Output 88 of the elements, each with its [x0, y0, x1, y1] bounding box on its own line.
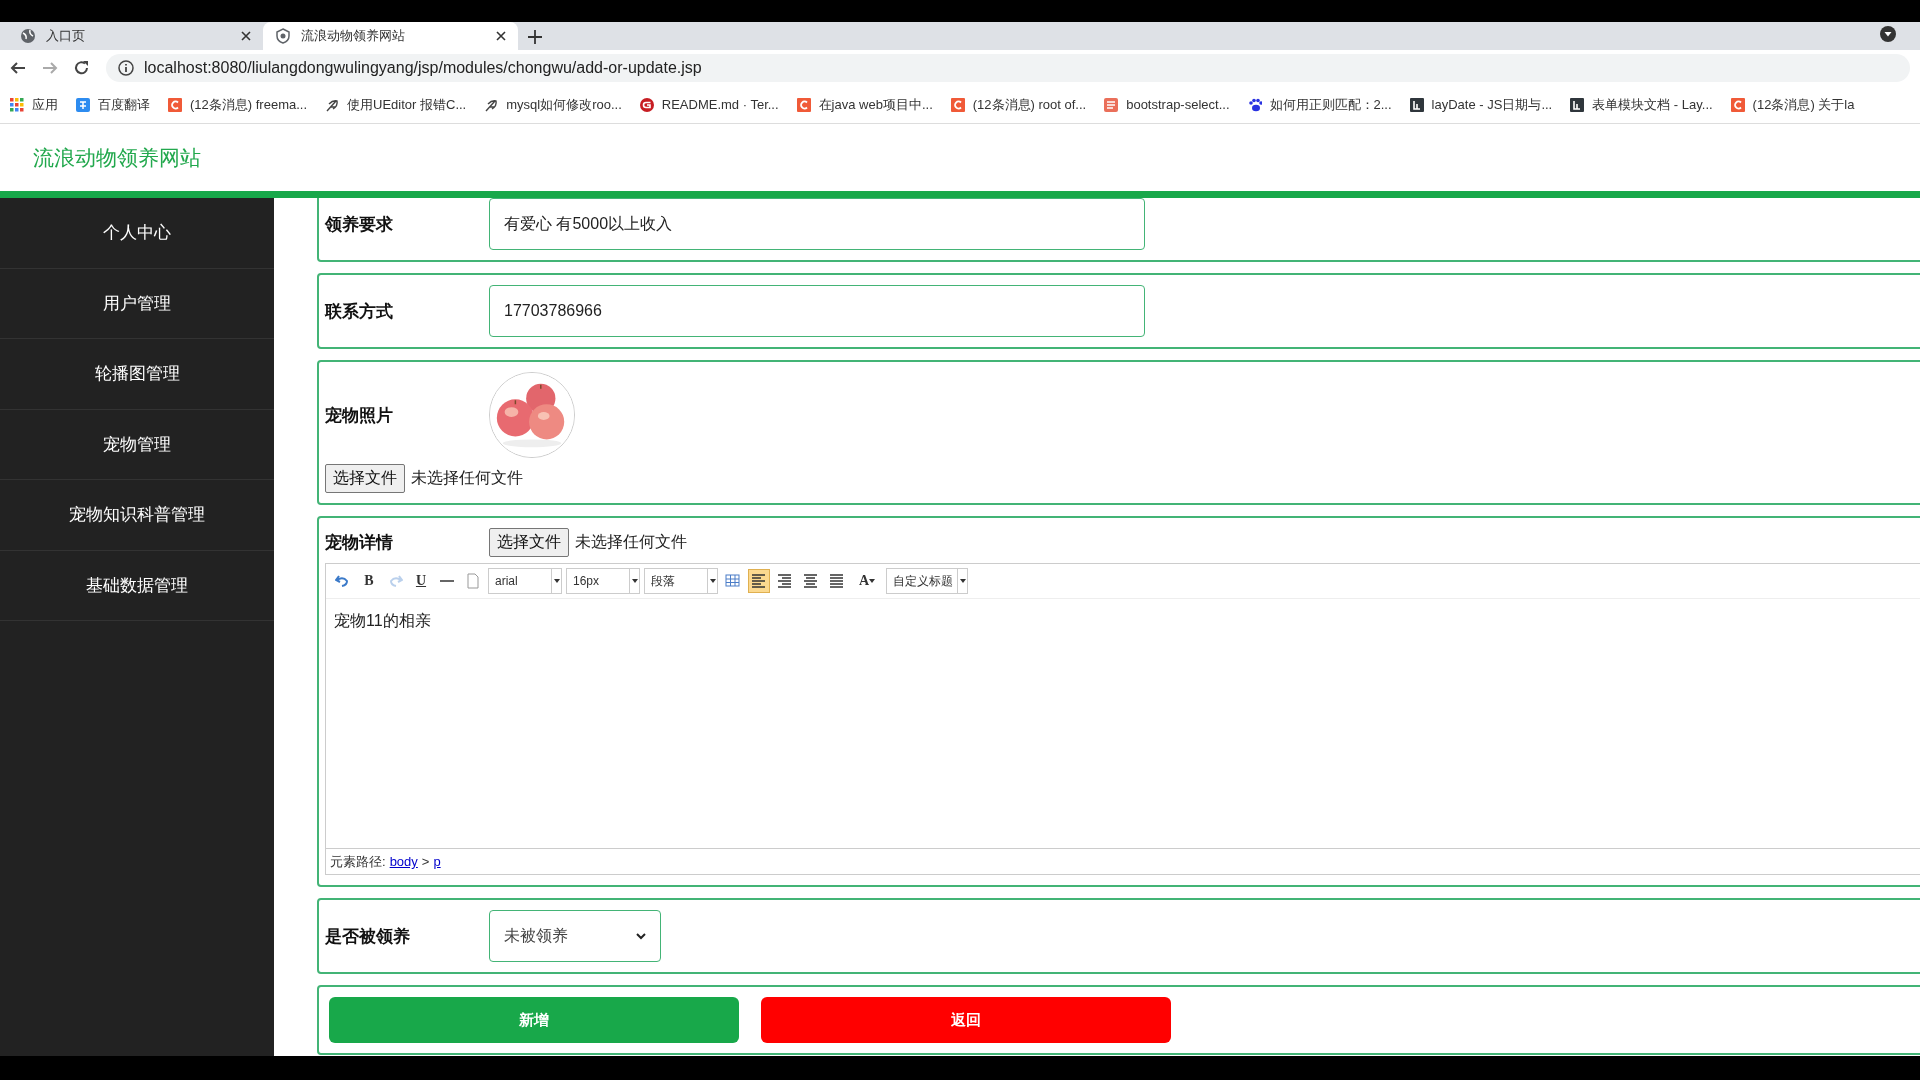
select-field[interactable]: 未被领养: [489, 910, 661, 962]
paw-icon[interactable]: [1247, 97, 1262, 112]
sidebar-item[interactable]: 基础数据管理: [0, 550, 274, 621]
address-bar[interactable]: localhost:8080/liulangdongwulingyang/jsp/modules/chongwu/add-or-update.jsp: [106, 54, 1910, 82]
path-link[interactable]: body: [389, 854, 418, 869]
bookmark-link[interactable]: 表单模块文档 - Lay...: [1592, 95, 1713, 114]
toolbar-button[interactable]: U: [410, 569, 432, 593]
c-logo-icon[interactable]: [168, 97, 182, 112]
page-icon: [465, 573, 481, 589]
back-icon[interactable]: [10, 60, 26, 76]
c-logo-icon[interactable]: [1730, 97, 1745, 112]
bookmark-link[interactable]: 如何用正则匹配：2...: [1269, 95, 1392, 114]
l-logo-icon[interactable]: [1570, 97, 1585, 112]
align-left-icon: [751, 573, 767, 589]
browser-tab[interactable]: 入口页: [8, 22, 263, 50]
toolbar-button[interactable]: A: [852, 569, 882, 593]
text-field[interactable]: 有爱心 有5000以上收入: [489, 198, 1145, 250]
path-separator: >: [421, 854, 430, 869]
file-status-text: 未选择任何文件: [575, 532, 687, 552]
apps-icon[interactable]: [10, 97, 24, 112]
justify-icon: [829, 573, 845, 589]
bookmark-link[interactable]: 百度翻译: [98, 95, 150, 114]
caret-icon: [959, 579, 966, 583]
sidebar-item[interactable]: 轮播图管理: [0, 339, 274, 410]
redo-icon: [387, 573, 403, 589]
bookmark-link[interactable]: bootstrap-select...: [1126, 97, 1230, 112]
sidebar-item[interactable]: 用户管理: [0, 268, 274, 339]
url-text: localhost:8080/liulangdongwulingyang/jsp/modules/chongwu/add-or-update.jsp: [144, 59, 702, 77]
site-title: 流浪动物领养网站: [33, 144, 201, 171]
bookmark-link[interactable]: 在java web项目中...: [818, 95, 933, 114]
browser-tab[interactable]: 流浪动物领养网站: [263, 22, 518, 50]
choose-file-button[interactable]: 选择文件: [325, 464, 405, 493]
note-icon[interactable]: [1104, 97, 1119, 112]
bookmark-link[interactable]: README.md · Ter...: [661, 97, 779, 112]
path-label: 元素路径:: [330, 852, 386, 871]
caret-icon: [709, 579, 716, 583]
l-logo-icon[interactable]: [1409, 97, 1424, 112]
caret-icon: [631, 579, 638, 583]
text-field[interactable]: 17703786966: [489, 285, 1145, 337]
bookmark-link[interactable]: 使用UEditor 报错C...: [347, 95, 467, 114]
back-button[interactable]: 返回: [761, 997, 1171, 1043]
translate-icon[interactable]: [76, 97, 90, 112]
info-icon: [118, 60, 134, 76]
file-status-text: 未选择任何文件: [411, 468, 523, 488]
shield-icon: [275, 28, 291, 44]
globe-icon: [20, 28, 36, 44]
bookmark-link[interactable]: 应用: [32, 95, 58, 114]
toolbar-dropdown[interactable]: 16px: [566, 568, 640, 594]
bookmark-link[interactable]: (12条消息) 关于la: [1752, 95, 1855, 114]
field-label: 联系方式: [325, 300, 394, 323]
bookmark-link[interactable]: layDate - JS日期与...: [1431, 95, 1553, 114]
toolbar-button[interactable]: B: [358, 569, 380, 593]
new-tab-icon[interactable]: [528, 30, 542, 44]
close-icon[interactable]: [496, 31, 506, 41]
sidebar-item[interactable]: 宠物管理: [0, 409, 274, 480]
sidebar-item[interactable]: 个人中心: [0, 198, 274, 269]
feather-icon[interactable]: [484, 97, 499, 112]
close-icon[interactable]: [241, 31, 251, 41]
feather-icon[interactable]: [325, 97, 340, 112]
caret-icon: [553, 579, 560, 583]
toolbar-button[interactable]: [748, 569, 770, 593]
rule-icon: [440, 580, 454, 582]
field-label: 领养要求: [325, 213, 394, 236]
undo-icon: [335, 573, 351, 589]
tab-menu-icon[interactable]: [1880, 26, 1896, 42]
bookmark-link[interactable]: (12条消息) freema...: [190, 95, 308, 114]
c-logo-icon[interactable]: [796, 97, 811, 112]
field-label: 宠物照片: [325, 404, 394, 427]
field-label: 是否被领养: [325, 925, 411, 948]
choose-file-button[interactable]: 选择文件: [489, 528, 569, 557]
toolbar-dropdown[interactable]: arial: [488, 568, 562, 594]
sidebar-item[interactable]: 宠物知识科普管理: [0, 480, 274, 551]
bookmark-link[interactable]: (12条消息) root of...: [972, 95, 1087, 114]
align-right-icon: [777, 573, 793, 589]
editor-text: 宠物11的相亲: [334, 612, 431, 629]
path-link[interactable]: p: [433, 854, 441, 869]
g-logo-icon[interactable]: [639, 97, 654, 112]
align-center-icon: [803, 573, 819, 589]
chevron-icon: [636, 932, 646, 940]
table-icon: [725, 573, 741, 589]
c-logo-icon[interactable]: [950, 97, 965, 112]
field-label: 宠物详情: [325, 532, 394, 554]
toolbar-dropdown[interactable]: 自定义标题: [886, 568, 968, 594]
bookmark-link[interactable]: mysql如何修改roo...: [506, 95, 622, 114]
rich-text-editor[interactable]: B U arial 16px 段落 A 自定义标题 宠物11的相亲 元素路径: body > p: [325, 563, 1920, 875]
reload-icon[interactable]: [74, 60, 90, 76]
caret-icon: [869, 579, 876, 583]
toolbar-dropdown[interactable]: 段落: [644, 568, 718, 594]
